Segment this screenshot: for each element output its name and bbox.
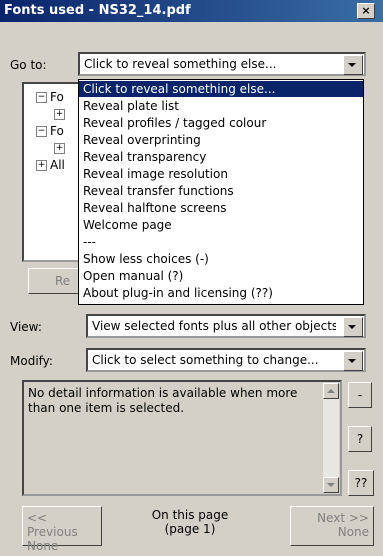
- tree-item-label: Fo: [50, 90, 64, 104]
- dropdown-option[interactable]: Welcome page: [79, 217, 363, 233]
- detail-text: No detail information is available when …: [28, 386, 298, 415]
- window-title: Fonts used - NS32_14.pdf: [4, 3, 191, 18]
- previous-sub-label: None: [27, 539, 59, 553]
- about-button[interactable]: ??: [348, 470, 374, 496]
- dropdown-option[interactable]: About plug-in and licensing (??): [79, 285, 363, 301]
- dropdown-option[interactable]: Reveal profiles / tagged colour: [79, 115, 363, 131]
- goto-select[interactable]: Click to reveal something else...: [78, 52, 366, 76]
- collapse-icon[interactable]: −: [36, 92, 47, 103]
- dropdown-option[interactable]: Open manual (?): [79, 268, 363, 284]
- tree-item[interactable]: − Fo: [36, 124, 64, 138]
- goto-select-value: Click to reveal something else...: [84, 57, 277, 71]
- view-select[interactable]: View selected fonts plus all other objec…: [86, 314, 366, 338]
- help-button[interactable]: ?: [348, 426, 372, 452]
- dropdown-option[interactable]: Reveal halftone screens: [79, 200, 363, 216]
- dropdown-option[interactable]: Reveal plate list: [79, 98, 363, 114]
- next-label: Next >>: [317, 511, 369, 525]
- dropdown-option[interactable]: Reveal image resolution: [79, 166, 363, 182]
- close-button[interactable]: ×: [357, 3, 375, 19]
- scroll-down-icon[interactable]: [323, 477, 339, 493]
- page-indicator: On this page (page 1): [140, 508, 240, 536]
- modify-label: Modify:: [10, 354, 53, 368]
- expand-icon[interactable]: +: [54, 109, 65, 120]
- dropdown-option[interactable]: Reveal transparency: [79, 149, 363, 165]
- modify-select[interactable]: Click to select something to change...: [86, 348, 366, 372]
- tree-item[interactable]: +: [54, 107, 68, 121]
- next-sub-label: None: [337, 525, 369, 539]
- detail-panel: No detail information is available when …: [22, 380, 342, 496]
- view-dropdown-arrow-icon[interactable]: [343, 317, 363, 337]
- dropdown-separator: ---: [83, 235, 96, 249]
- collapse-icon[interactable]: −: [36, 126, 47, 137]
- modify-select-value: Click to select something to change...: [92, 353, 319, 367]
- detail-scrollbar[interactable]: [323, 383, 339, 493]
- scroll-up-icon[interactable]: [323, 383, 339, 399]
- goto-label: Go to:: [10, 58, 47, 72]
- expand-icon[interactable]: +: [36, 160, 47, 171]
- tree-item-label: Fo: [50, 124, 64, 138]
- title-bar: Fonts used - NS32_14.pdf ×: [0, 0, 383, 22]
- dropdown-option[interactable]: Show less choices (-): [79, 251, 363, 267]
- tree-item-label: All: [50, 158, 65, 172]
- next-button[interactable]: Next >> None: [290, 506, 374, 546]
- previous-button[interactable]: << Previous None: [22, 506, 102, 553]
- less-choices-button[interactable]: -: [348, 382, 372, 408]
- dropdown-option[interactable]: Click to reveal something else...: [79, 81, 363, 97]
- tree-item[interactable]: − Fo: [36, 90, 64, 104]
- tree-item[interactable]: +: [54, 141, 68, 155]
- tree-item[interactable]: + All: [36, 158, 65, 172]
- page-indicator-line1: On this page: [151, 508, 229, 522]
- goto-dropdown-arrow-icon[interactable]: [343, 55, 363, 75]
- view-label: View:: [10, 320, 42, 334]
- goto-dropdown-list[interactable]: Click to reveal something else... Reveal…: [78, 79, 364, 305]
- expand-icon[interactable]: +: [54, 143, 65, 154]
- modify-dropdown-arrow-icon[interactable]: [343, 351, 363, 371]
- page-indicator-line2: (page 1): [164, 522, 216, 536]
- view-select-value: View selected fonts plus all other objec…: [92, 319, 336, 333]
- previous-label: << Previous: [27, 511, 78, 539]
- dropdown-option[interactable]: Reveal transfer functions: [79, 183, 363, 199]
- dropdown-option[interactable]: Reveal overprinting: [79, 132, 363, 148]
